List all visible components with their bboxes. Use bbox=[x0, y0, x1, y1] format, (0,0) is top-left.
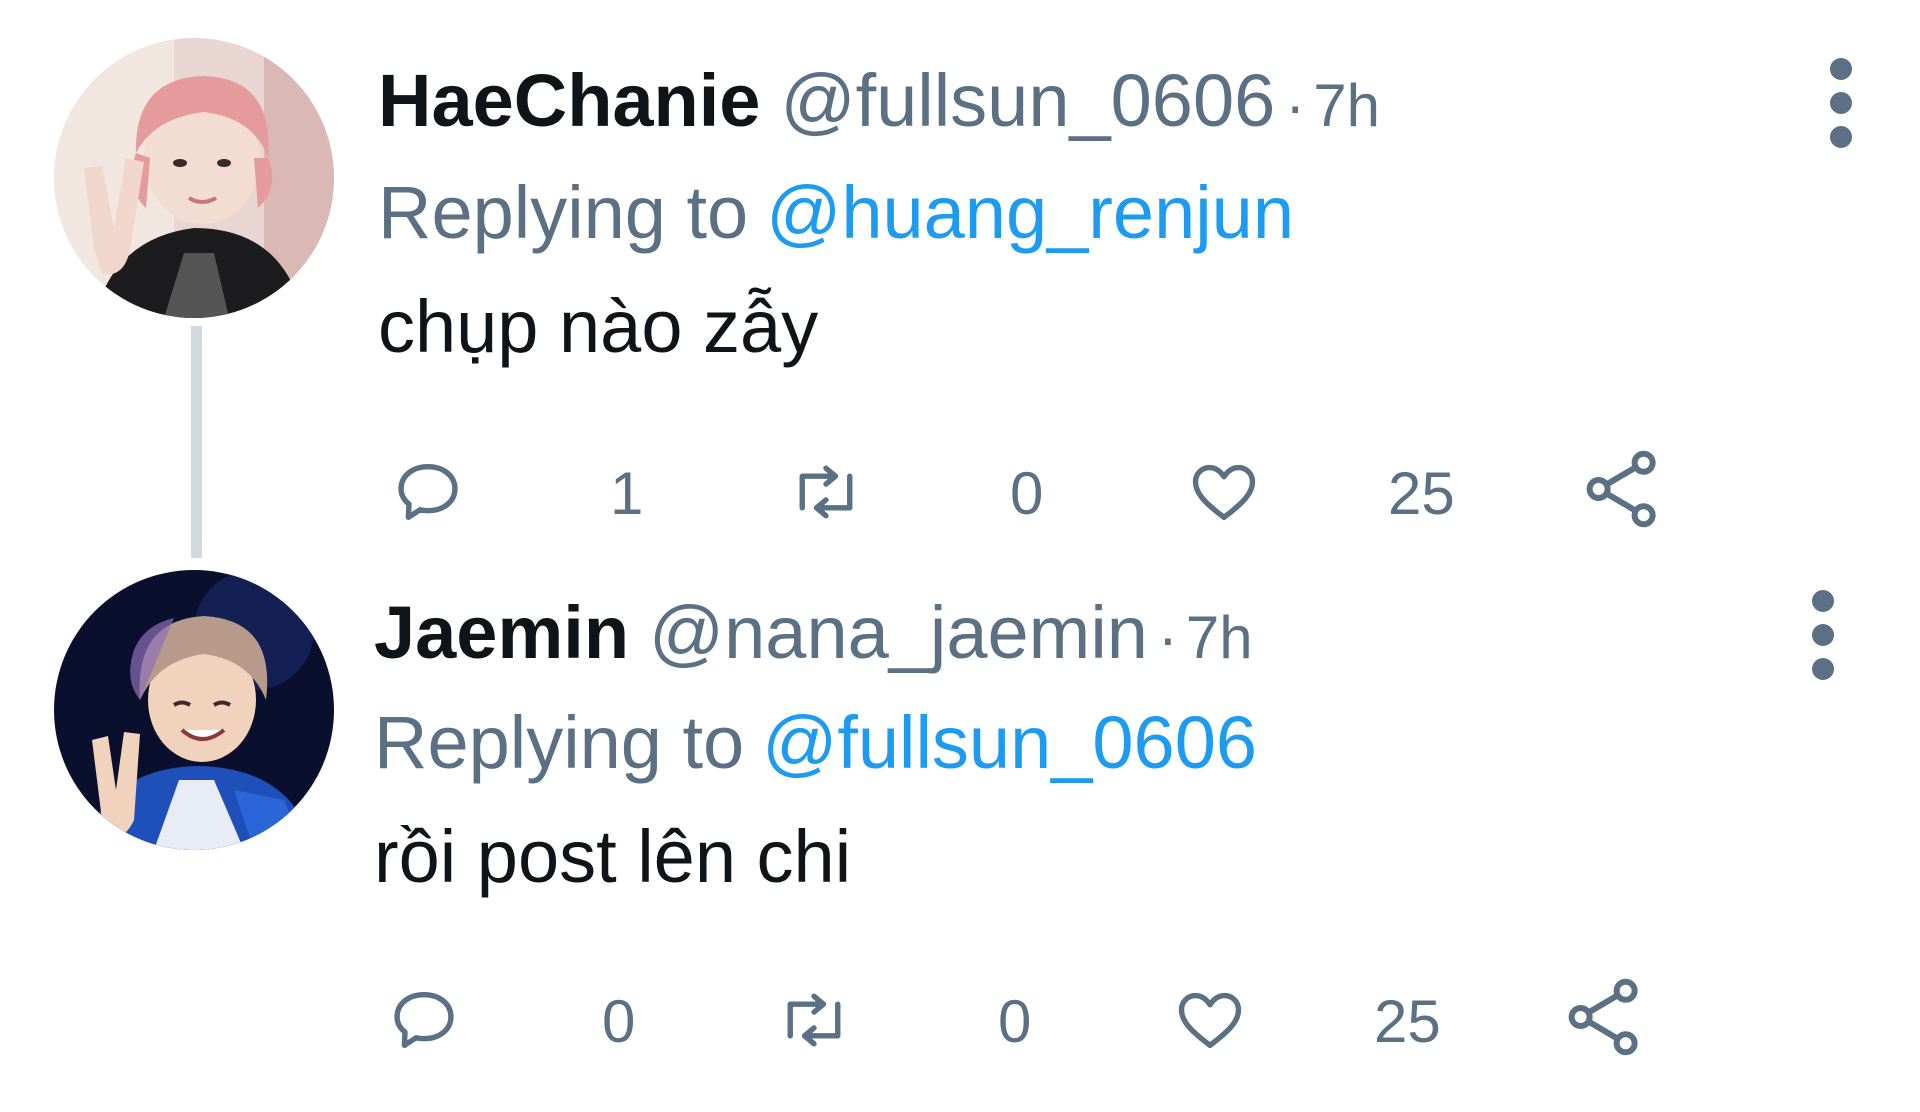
tweet-header: Jaemin @nana_jaemin · 7h bbox=[374, 596, 1253, 670]
avatar-photo bbox=[54, 570, 334, 850]
tweet-header: HaeChanie @fullsun_0606 · 7h bbox=[378, 64, 1380, 138]
action-bar: 0 0 25 bbox=[0, 968, 1920, 1068]
display-name[interactable]: Jaemin bbox=[374, 591, 629, 674]
tweet-text: rồi post lên chi bbox=[374, 815, 852, 898]
reply-icon[interactable] bbox=[386, 982, 462, 1058]
reply-count: 1 bbox=[610, 460, 644, 527]
more-vertical-icon[interactable] bbox=[1804, 590, 1844, 680]
like-count: 25 bbox=[1388, 460, 1455, 527]
reply-icon[interactable] bbox=[390, 454, 466, 530]
timestamp[interactable]: 7h bbox=[1186, 604, 1253, 671]
user-handle[interactable]: @nana_jaemin bbox=[649, 591, 1148, 674]
retweet-icon[interactable] bbox=[774, 982, 854, 1058]
timestamp[interactable]: 7h bbox=[1313, 72, 1380, 139]
mention-link[interactable]: @fullsun_0606 bbox=[762, 701, 1257, 784]
heart-icon[interactable] bbox=[1186, 454, 1262, 530]
reply-count: 0 bbox=[602, 988, 636, 1055]
tweet-text: chụp nào zẫy bbox=[378, 285, 819, 368]
action-bar: 1 0 25 bbox=[0, 440, 1920, 540]
avatar[interactable] bbox=[54, 570, 334, 850]
mention-link[interactable]: @huang_renjun bbox=[766, 171, 1294, 254]
replying-to: Replying to @huang_renjun bbox=[378, 176, 1294, 250]
retweet-count: 0 bbox=[998, 988, 1032, 1055]
retweet-count: 0 bbox=[1010, 460, 1044, 527]
avatar[interactable] bbox=[54, 38, 334, 318]
replying-to-label: Replying to bbox=[378, 171, 749, 254]
share-icon[interactable] bbox=[1560, 972, 1650, 1062]
display-name[interactable]: HaeChanie bbox=[378, 59, 760, 142]
avatar-photo bbox=[54, 38, 334, 318]
separator-dot: · bbox=[1285, 72, 1306, 139]
replying-to: Replying to @fullsun_0606 bbox=[374, 706, 1257, 780]
heart-icon[interactable] bbox=[1172, 982, 1248, 1058]
share-icon[interactable] bbox=[1578, 444, 1668, 534]
more-vertical-icon[interactable] bbox=[1822, 58, 1862, 148]
user-handle[interactable]: @fullsun_0606 bbox=[780, 59, 1275, 142]
separator-dot: · bbox=[1157, 604, 1178, 671]
retweet-icon[interactable] bbox=[786, 454, 866, 530]
like-count: 25 bbox=[1374, 988, 1441, 1055]
thread-connector-line bbox=[191, 326, 202, 558]
replying-to-label: Replying to bbox=[374, 701, 745, 784]
